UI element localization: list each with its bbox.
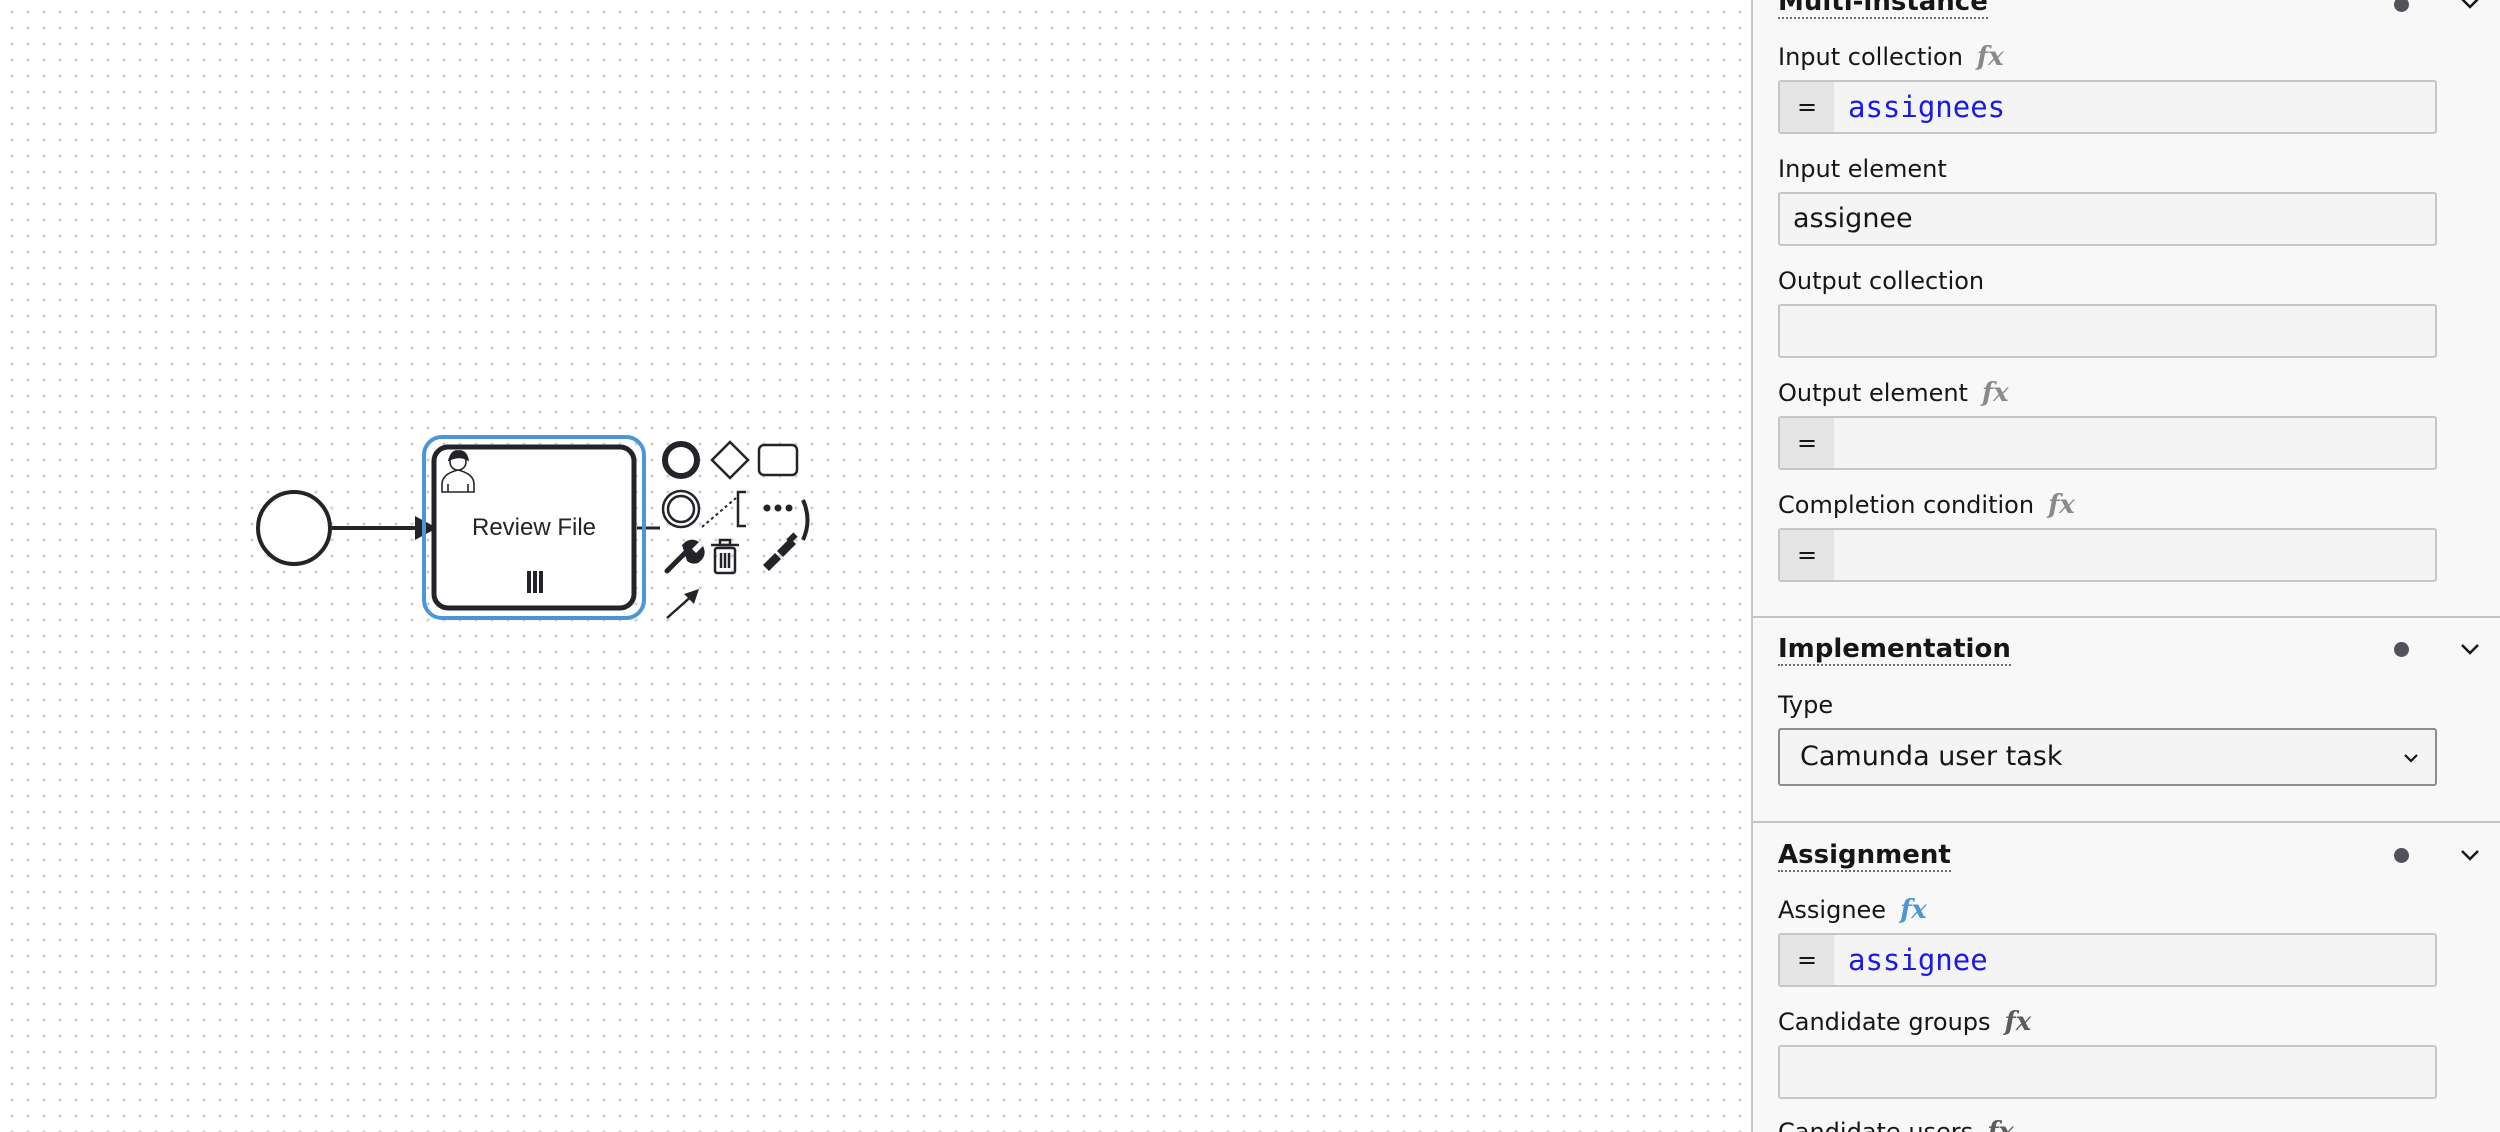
assignee-label: Assignee fx xyxy=(1778,895,1927,925)
connect-arrow-icon[interactable] xyxy=(666,589,699,619)
trash-icon[interactable] xyxy=(711,538,739,575)
fx-icon[interactable]: fx xyxy=(1987,1117,2014,1132)
context-pad xyxy=(661,440,810,619)
fx-icon[interactable]: fx xyxy=(1977,42,2004,72)
diagram-canvas[interactable]: Review File xyxy=(0,0,1751,1132)
implementation-type-select[interactable]: Camunda user task xyxy=(1778,728,2437,786)
multi-instance-group: Multi-instance Input collection fx = assi… xyxy=(1753,0,2500,618)
feel-prefix: = xyxy=(1780,418,1834,468)
assignment-group-title[interactable]: Assignment xyxy=(1778,840,1951,872)
fx-icon[interactable]: fx xyxy=(2005,1007,2032,1037)
group-indicator-dot xyxy=(2394,0,2409,12)
parallel-multi-instance-marker xyxy=(527,571,543,593)
feel-prefix: = xyxy=(1780,82,1834,132)
feel-prefix: = xyxy=(1780,530,1834,580)
group-indicator-dot xyxy=(2394,848,2409,863)
append-task-icon[interactable] xyxy=(757,443,799,477)
candidate-users-label: Candidate users fx xyxy=(1778,1117,2014,1132)
assignment-group: Assignment Assignee fx = assignee Candida… xyxy=(1753,823,2500,1132)
output-collection-label: Output collection xyxy=(1778,267,1985,295)
multi-instance-group-title[interactable]: Multi-instance xyxy=(1778,0,1988,19)
input-element-field[interactable]: assignee xyxy=(1778,192,2437,246)
append-end-event-icon[interactable] xyxy=(662,441,700,479)
input-collection-value: assignees xyxy=(1848,90,2006,124)
candidate-groups-label: Candidate groups fx xyxy=(1778,1007,2032,1037)
output-element-label: Output element fx xyxy=(1778,378,2009,408)
implementation-group-title[interactable]: Implementation xyxy=(1778,634,2011,666)
fx-icon[interactable]: fx xyxy=(2048,490,2075,520)
more-options-icon[interactable] xyxy=(763,499,810,541)
start-event[interactable] xyxy=(256,490,332,566)
assignee-value: assignee xyxy=(1848,943,1988,977)
implementation-type-value: Camunda user task xyxy=(1800,741,2063,772)
completion-condition-field[interactable]: = xyxy=(1778,528,2437,582)
type-label: Type xyxy=(1778,691,1834,719)
chevron-down-icon[interactable] xyxy=(2457,842,2483,868)
append-intermediate-event-icon[interactable] xyxy=(661,489,701,529)
output-element-field[interactable]: = xyxy=(1778,416,2437,470)
wrench-icon[interactable] xyxy=(664,539,705,574)
input-element-label: Input element xyxy=(1778,155,1947,183)
chevron-down-icon[interactable] xyxy=(2457,0,2483,16)
append-gateway-icon[interactable] xyxy=(710,440,750,480)
input-collection-label: Input collection fx xyxy=(1778,42,2004,72)
chevron-down-icon[interactable] xyxy=(2457,636,2483,662)
feel-prefix: = xyxy=(1780,935,1834,985)
bpmn-diagram: Review File xyxy=(256,435,810,620)
completion-condition-label: Completion condition fx xyxy=(1778,490,2075,520)
chevron-down-icon xyxy=(2404,754,2418,763)
group-indicator-dot xyxy=(2394,642,2409,657)
fx-icon[interactable]: fx xyxy=(1982,378,2009,408)
properties-panel: Multi-instance Input collection fx = assi… xyxy=(1751,0,2500,1132)
assignee-field[interactable]: = assignee xyxy=(1778,933,2437,987)
user-task-review-file[interactable]: Review File xyxy=(431,444,637,611)
implementation-group: Implementation Type Camunda user task xyxy=(1753,618,2500,822)
task-label: Review File xyxy=(472,514,596,541)
input-element-value: assignee xyxy=(1793,203,1913,234)
color-paint-icon[interactable] xyxy=(763,532,798,571)
fx-icon[interactable]: fx xyxy=(1900,895,1927,925)
text-annotation-icon[interactable] xyxy=(701,490,746,528)
input-collection-field[interactable]: = assignees xyxy=(1778,80,2437,134)
output-collection-field[interactable] xyxy=(1778,304,2437,358)
candidate-groups-field[interactable] xyxy=(1778,1045,2437,1099)
